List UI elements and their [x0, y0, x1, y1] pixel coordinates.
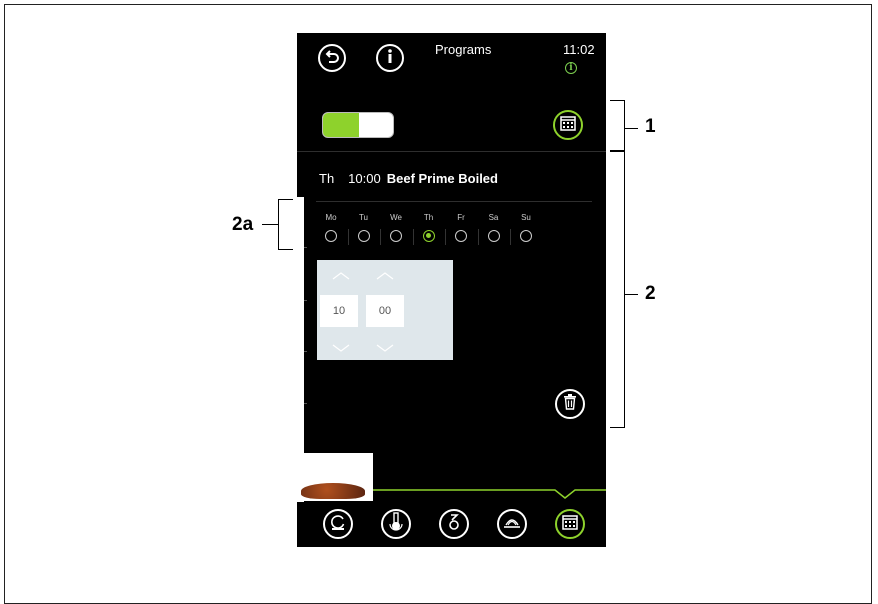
weekday-option[interactable]: Fr [446, 213, 479, 249]
info-icon [383, 47, 397, 70]
callout-label-2a: 2a [232, 214, 254, 235]
weekday-label: Th [423, 213, 434, 222]
entry-program-name: Beef Prime Boiled [386, 171, 498, 186]
weekday-radio[interactable] [520, 230, 532, 242]
weekday-radio[interactable] [357, 230, 370, 242]
thermometer-icon [388, 511, 404, 537]
calendar-icon [562, 514, 578, 535]
weekday-radio[interactable] [390, 230, 402, 242]
callout-line-1 [624, 128, 638, 129]
hour-field[interactable]: 10 [320, 295, 358, 327]
nav-tab-calendar[interactable] [555, 509, 585, 539]
entry-time: 10:00 [348, 171, 381, 186]
callout-label-1: 1 [645, 116, 656, 137]
weekday-option[interactable]: Sa [479, 213, 511, 249]
calendar-icon [560, 115, 576, 136]
weekday-option[interactable]: Su [511, 213, 544, 249]
clock-time: 11:02 [563, 42, 595, 57]
clock-info-icon[interactable]: i [565, 62, 577, 74]
divider [316, 201, 592, 202]
weekday-radio[interactable] [487, 230, 500, 242]
schedule-entry[interactable]: Th 10:00 Beef Prime Boiled [319, 171, 498, 186]
weekday-radio[interactable] [422, 230, 435, 242]
callout-bracket-2a [278, 199, 293, 250]
list-tick [304, 247, 307, 248]
weekday-radio[interactable] [455, 230, 467, 242]
schedule-toggle[interactable] [322, 112, 394, 138]
active-tab-indicator [373, 489, 606, 499]
weekday-option[interactable]: Th [414, 213, 446, 249]
back-icon [323, 47, 341, 70]
weekday-label: Sa [488, 213, 499, 222]
list-tick [304, 351, 307, 352]
callout-label-2: 2 [645, 283, 656, 304]
entry-day: Th [319, 171, 335, 186]
time-picker: 10 00 [317, 260, 453, 360]
weekday-label: Su [521, 213, 531, 222]
callout-line-2a [262, 224, 278, 225]
divider [297, 151, 606, 152]
weekday-label: Fr [457, 213, 465, 222]
weekday-radio[interactable] [325, 230, 337, 242]
steam-cleaning-icon [329, 513, 347, 536]
minute-up-arrow[interactable] [375, 270, 395, 280]
nav-tab-delta-t[interactable] [439, 509, 469, 539]
list-tick [304, 403, 307, 404]
callout-line-2 [624, 294, 638, 295]
delete-button[interactable] [555, 389, 585, 419]
device-screen: Programs 11:02 i Th 10:00 Beef Prime Boile… [297, 33, 606, 547]
trash-icon [563, 393, 577, 415]
back-button[interactable] [318, 44, 346, 72]
weekday-label: Tu [358, 213, 369, 222]
page-title: Programs [435, 42, 492, 57]
info-button[interactable] [376, 44, 404, 72]
list-tick [304, 300, 307, 301]
weekday-option[interactable]: We [381, 213, 414, 249]
weekday-option[interactable]: Mo [316, 213, 349, 249]
toggle-on-fill [323, 113, 359, 137]
weekday-option[interactable]: Tu [349, 213, 381, 249]
nav-tab-cleaning[interactable] [323, 509, 353, 539]
nav-tab-core-temp[interactable] [381, 509, 411, 539]
weekday-label: We [390, 213, 402, 222]
nav-tab-plate[interactable] [497, 509, 527, 539]
minute-field[interactable]: 00 [366, 295, 404, 327]
plate-icon [502, 514, 522, 535]
delta-t-icon [447, 513, 461, 536]
hour-down-arrow[interactable] [331, 342, 351, 352]
callout-bracket-2 [610, 150, 625, 428]
weekday-selector: Mo Tu We Th Fr Sa Su [316, 213, 544, 249]
hour-up-arrow[interactable] [331, 270, 351, 280]
callout-bracket-1 [610, 100, 625, 152]
calendar-button[interactable] [553, 110, 583, 140]
minute-down-arrow[interactable] [375, 342, 395, 352]
weekday-label: Mo [325, 213, 337, 222]
